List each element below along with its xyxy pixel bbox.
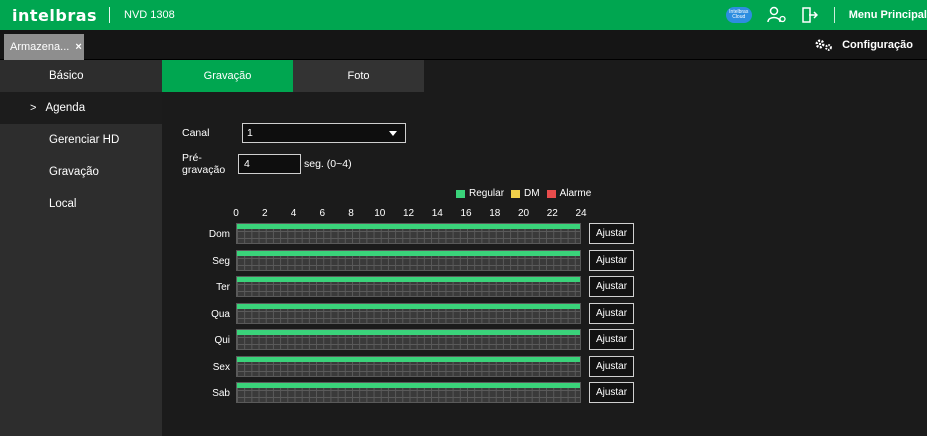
hour-tick-label: 16 xyxy=(460,208,472,219)
sidebar-item-label: Básico xyxy=(49,70,84,82)
ajustar-button[interactable]: Ajustar xyxy=(589,302,634,324)
sub-tabs: Gravação Foto xyxy=(162,60,424,92)
day-label: Sex xyxy=(212,361,230,373)
day-timeline[interactable] xyxy=(236,249,581,271)
day-label: Qua xyxy=(211,308,230,320)
regular-record-bar xyxy=(237,277,580,282)
sidebar-item-basico[interactable]: Básico xyxy=(0,60,162,92)
sidebar-item-gravacao[interactable]: Gravação xyxy=(0,156,162,188)
hour-tick-label: 8 xyxy=(348,208,354,219)
close-icon[interactable]: × xyxy=(75,41,81,53)
ajustar-button[interactable]: Ajustar xyxy=(589,329,634,350)
tab-label: Armazena... xyxy=(10,41,70,53)
hour-tick-label: 12 xyxy=(402,208,415,219)
sidebar-item-agenda[interactable]: > Agenda xyxy=(0,92,162,124)
day-label: Qui xyxy=(214,335,230,346)
chevron-down-icon xyxy=(389,131,397,136)
day-timeline[interactable] xyxy=(236,329,581,350)
day-timeline[interactable] xyxy=(236,223,581,244)
chevron-right-icon: > xyxy=(30,102,37,114)
hour-tick-label: 20 xyxy=(517,208,530,219)
device-model: NVD 1308 xyxy=(124,9,175,21)
day-label: Dom xyxy=(208,229,230,240)
schedule-legend: Regular DM Alarme xyxy=(456,188,598,199)
regular-record-bar xyxy=(237,383,580,388)
pregravacao-row: Pré-gravação 4 seg. (0~4) xyxy=(182,152,352,176)
tab-armazenamento[interactable]: Armazena... × xyxy=(4,34,84,60)
legend-alarme: Alarme xyxy=(546,188,592,199)
ajustar-button[interactable]: Ajustar xyxy=(589,355,634,377)
tab-gravacao[interactable]: Gravação xyxy=(162,60,293,92)
logo-divider xyxy=(109,7,111,23)
legend-dm: DM xyxy=(511,188,540,199)
hour-tick-label: 22 xyxy=(546,208,558,219)
hour-tick-label: 14 xyxy=(431,208,443,219)
hour-tick-label: 10 xyxy=(374,208,386,219)
pregravacao-value: 4 xyxy=(244,158,250,170)
top-divider xyxy=(833,7,835,23)
hour-tick-label: 18 xyxy=(489,208,501,219)
configuracao-link[interactable]: Configuração xyxy=(814,38,913,52)
ajustar-button[interactable]: Ajustar xyxy=(589,276,634,297)
sidebar-item-gerenciar-hd[interactable]: Gerenciar HD xyxy=(0,124,162,156)
day-timeline[interactable] xyxy=(236,276,581,297)
sidebar-item-label: Gerenciar HD xyxy=(49,134,120,146)
hour-tick-label: 0 xyxy=(233,208,239,219)
legend-swatch-dm xyxy=(511,189,521,198)
hour-tick-label: 4 xyxy=(290,208,297,219)
top-bar: intelbras NVD 1308 Intelbras Cloud Menu … xyxy=(0,0,927,30)
canal-row: Canal 1 xyxy=(182,123,406,143)
configuracao-label: Configuração xyxy=(842,39,913,51)
menu-principal-link[interactable]: Menu Principal xyxy=(849,9,927,21)
pregravacao-input[interactable]: 4 xyxy=(238,154,301,174)
regular-record-bar xyxy=(237,224,580,229)
sidebar: Básico > Agenda Gerenciar HD Gravação Lo… xyxy=(0,60,162,436)
pregravacao-label: Pré-gravação xyxy=(182,152,226,176)
day-timeline[interactable] xyxy=(236,355,581,377)
canal-select[interactable]: 1 xyxy=(242,123,406,143)
gear-icon xyxy=(814,38,834,52)
regular-record-bar xyxy=(237,250,580,256)
sidebar-item-label: Agenda xyxy=(45,102,86,114)
main-content: Gravação Foto Canal 1 Pré-gravação 4 seg… xyxy=(162,60,927,436)
legend-regular: Regular xyxy=(456,188,504,199)
legend-label: DM xyxy=(524,188,540,199)
tab-bar: Armazena... × Configuração xyxy=(0,30,927,60)
ajustar-button[interactable]: Ajustar xyxy=(589,223,634,244)
hour-tick-label: 2 xyxy=(261,208,268,219)
user-settings-icon[interactable] xyxy=(766,5,788,25)
ajustar-button[interactable]: Ajustar xyxy=(589,382,634,403)
intelbras-logo: intelbras xyxy=(12,5,98,25)
sidebar-item-label: Local xyxy=(49,198,77,210)
sidebar-item-label: Gravação xyxy=(49,166,99,178)
hour-tick-label: 24 xyxy=(575,208,587,219)
regular-record-bar xyxy=(237,303,580,309)
day-timeline[interactable] xyxy=(236,382,581,403)
ajustar-button[interactable]: Ajustar xyxy=(589,249,634,271)
sidebar-item-local[interactable]: Local xyxy=(0,188,162,220)
legend-swatch-alarme xyxy=(546,189,556,198)
logout-icon[interactable] xyxy=(798,5,820,25)
hour-tick-label: 6 xyxy=(319,208,326,219)
day-label: Sab xyxy=(212,388,230,399)
legend-swatch-regular xyxy=(456,189,465,198)
legend-label: Regular xyxy=(469,188,505,199)
tab-foto[interactable]: Foto xyxy=(293,60,424,92)
day-timeline[interactable] xyxy=(236,302,581,324)
canal-value: 1 xyxy=(247,127,253,139)
pregravacao-unit: seg. (0~4) xyxy=(304,158,352,170)
regular-record-bar xyxy=(237,330,580,335)
hour-axis: 0 2 4 6 8 10 12 14 16 18 20 22 24 xyxy=(162,208,927,222)
day-label: Seg xyxy=(212,255,230,267)
cloud-label: Intelbras Cloud xyxy=(729,9,749,20)
legend-label: Alarme xyxy=(559,188,592,199)
cloud-icon[interactable]: Intelbras Cloud xyxy=(725,7,752,23)
day-label: Ter xyxy=(216,282,230,293)
regular-record-bar xyxy=(237,356,580,362)
canal-label: Canal xyxy=(182,127,210,139)
